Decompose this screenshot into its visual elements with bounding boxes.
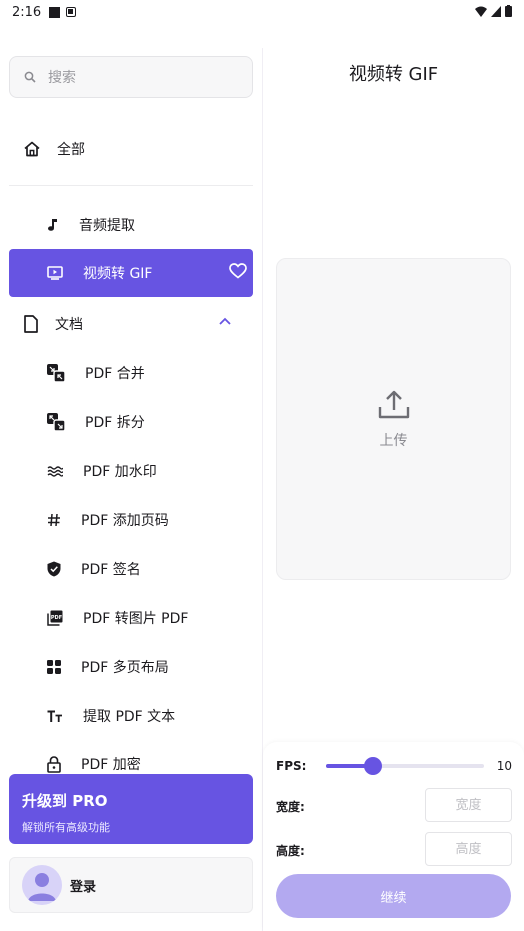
avatar [22, 865, 62, 905]
fps-slider[interactable] [326, 757, 484, 775]
music-note-icon [48, 219, 57, 231]
sidebar-item-label: PDF 拆分 [85, 415, 145, 431]
fps-value: 10 [496, 759, 512, 773]
grid-icon [47, 660, 61, 674]
signal-icon [491, 5, 501, 17]
play-screen-icon [47, 266, 63, 280]
sidebar-item-all[interactable]: 全部 [9, 127, 253, 171]
sidebar-item-pdf-watermark[interactable]: PDF 加水印 [9, 447, 253, 495]
upgrade-pro-subtitle: 解锁所有高级功能 [22, 821, 110, 834]
text-icon [47, 710, 62, 722]
section-divider [9, 185, 253, 186]
upload-dropzone[interactable]: 上传 [276, 258, 511, 580]
sidebar-group-document[interactable]: 文档 [9, 300, 253, 348]
upgrade-pro-card[interactable]: 升级到 PRO 解锁所有高级功能 [9, 774, 253, 844]
sidebar-item-label: PDF 加水印 [83, 464, 157, 480]
sidebar-item-pdf-sign[interactable]: PDF 签名 [9, 545, 253, 593]
notification-icon [49, 6, 61, 18]
hash-icon [48, 513, 60, 527]
shield-check-icon [47, 561, 61, 577]
upload-icon [378, 390, 409, 419]
sidebar-item-label: PDF 多页布局 [81, 660, 169, 676]
watermark-icon [47, 466, 63, 477]
search-placeholder: 搜索 [48, 70, 76, 86]
sidebar-item-label: PDF 转图片 PDF [83, 611, 189, 627]
continue-button[interactable]: 继续 [276, 874, 511, 918]
sidebar-item-label: PDF 加密 [81, 757, 141, 773]
login-card[interactable]: 登录 [9, 857, 253, 913]
status-time: 2:16 [12, 4, 42, 20]
merge-icon [47, 364, 65, 382]
favorite-heart-icon[interactable] [229, 263, 247, 279]
sidebar-item-pdf-multipage[interactable]: PDF 多页布局 [9, 643, 253, 691]
sidebar-item-label: PDF 签名 [81, 562, 141, 578]
chevron-up-icon[interactable] [219, 317, 231, 325]
height-row: 高度: [276, 832, 512, 866]
height-label: 高度: [276, 844, 305, 858]
battery-icon [505, 5, 512, 17]
sidebar-item-label: 提取 PDF 文本 [83, 709, 176, 725]
sidebar-item-pdf-split[interactable]: PDF 拆分 [9, 398, 253, 446]
sidebar-item-pdf-page-numbers[interactable]: PDF 添加页码 [9, 496, 253, 544]
split-icon [47, 413, 65, 431]
fps-row: FPS: 10 [276, 756, 512, 776]
sidebar-item-video-to-gif[interactable]: 视频转 GIF [9, 249, 253, 297]
sidebar-item-label: PDF 合并 [85, 366, 145, 382]
sidebar-group-label: 文档 [55, 317, 83, 333]
home-icon [24, 141, 40, 157]
document-icon [24, 315, 38, 333]
svg-text:PDF: PDF [51, 615, 62, 621]
sidebar-item-extract-text[interactable]: 提取 PDF 文本 [9, 692, 253, 740]
sidebar-item-label: 全部 [57, 142, 85, 158]
sidebar-item-label: PDF 添加页码 [81, 513, 169, 529]
status-bar: 2:16 [0, 0, 524, 24]
sidebar-item-pdf-to-image[interactable]: PDF PDF 转图片 PDF [9, 594, 253, 642]
login-label: 登录 [70, 879, 97, 895]
pdf-image-icon: PDF [47, 610, 63, 626]
sidebar-item-pdf-merge[interactable]: PDF 合并 [9, 349, 253, 397]
fps-label: FPS: [276, 759, 307, 773]
search-input[interactable]: 搜索 [9, 56, 253, 98]
sidebar-item-audio-extract[interactable]: 音频提取 [9, 201, 253, 249]
app-notification-icon [66, 7, 77, 17]
upgrade-pro-title: 升级到 PRO [22, 792, 108, 810]
sidebar-item-label: 视频转 GIF [83, 266, 153, 282]
sidebar-item-label: 音频提取 [79, 218, 135, 234]
upload-label: 上传 [379, 433, 408, 449]
fps-slider-thumb[interactable] [364, 757, 383, 775]
width-label: 宽度: [276, 800, 305, 814]
width-row: 宽度: [276, 788, 512, 822]
height-input[interactable] [425, 832, 512, 866]
user-icon [28, 873, 56, 901]
page-title: 视频转 GIF [348, 64, 439, 85]
width-input[interactable] [425, 788, 512, 822]
wifi-icon [475, 6, 487, 17]
search-icon [24, 71, 36, 83]
lock-icon [47, 755, 61, 773]
